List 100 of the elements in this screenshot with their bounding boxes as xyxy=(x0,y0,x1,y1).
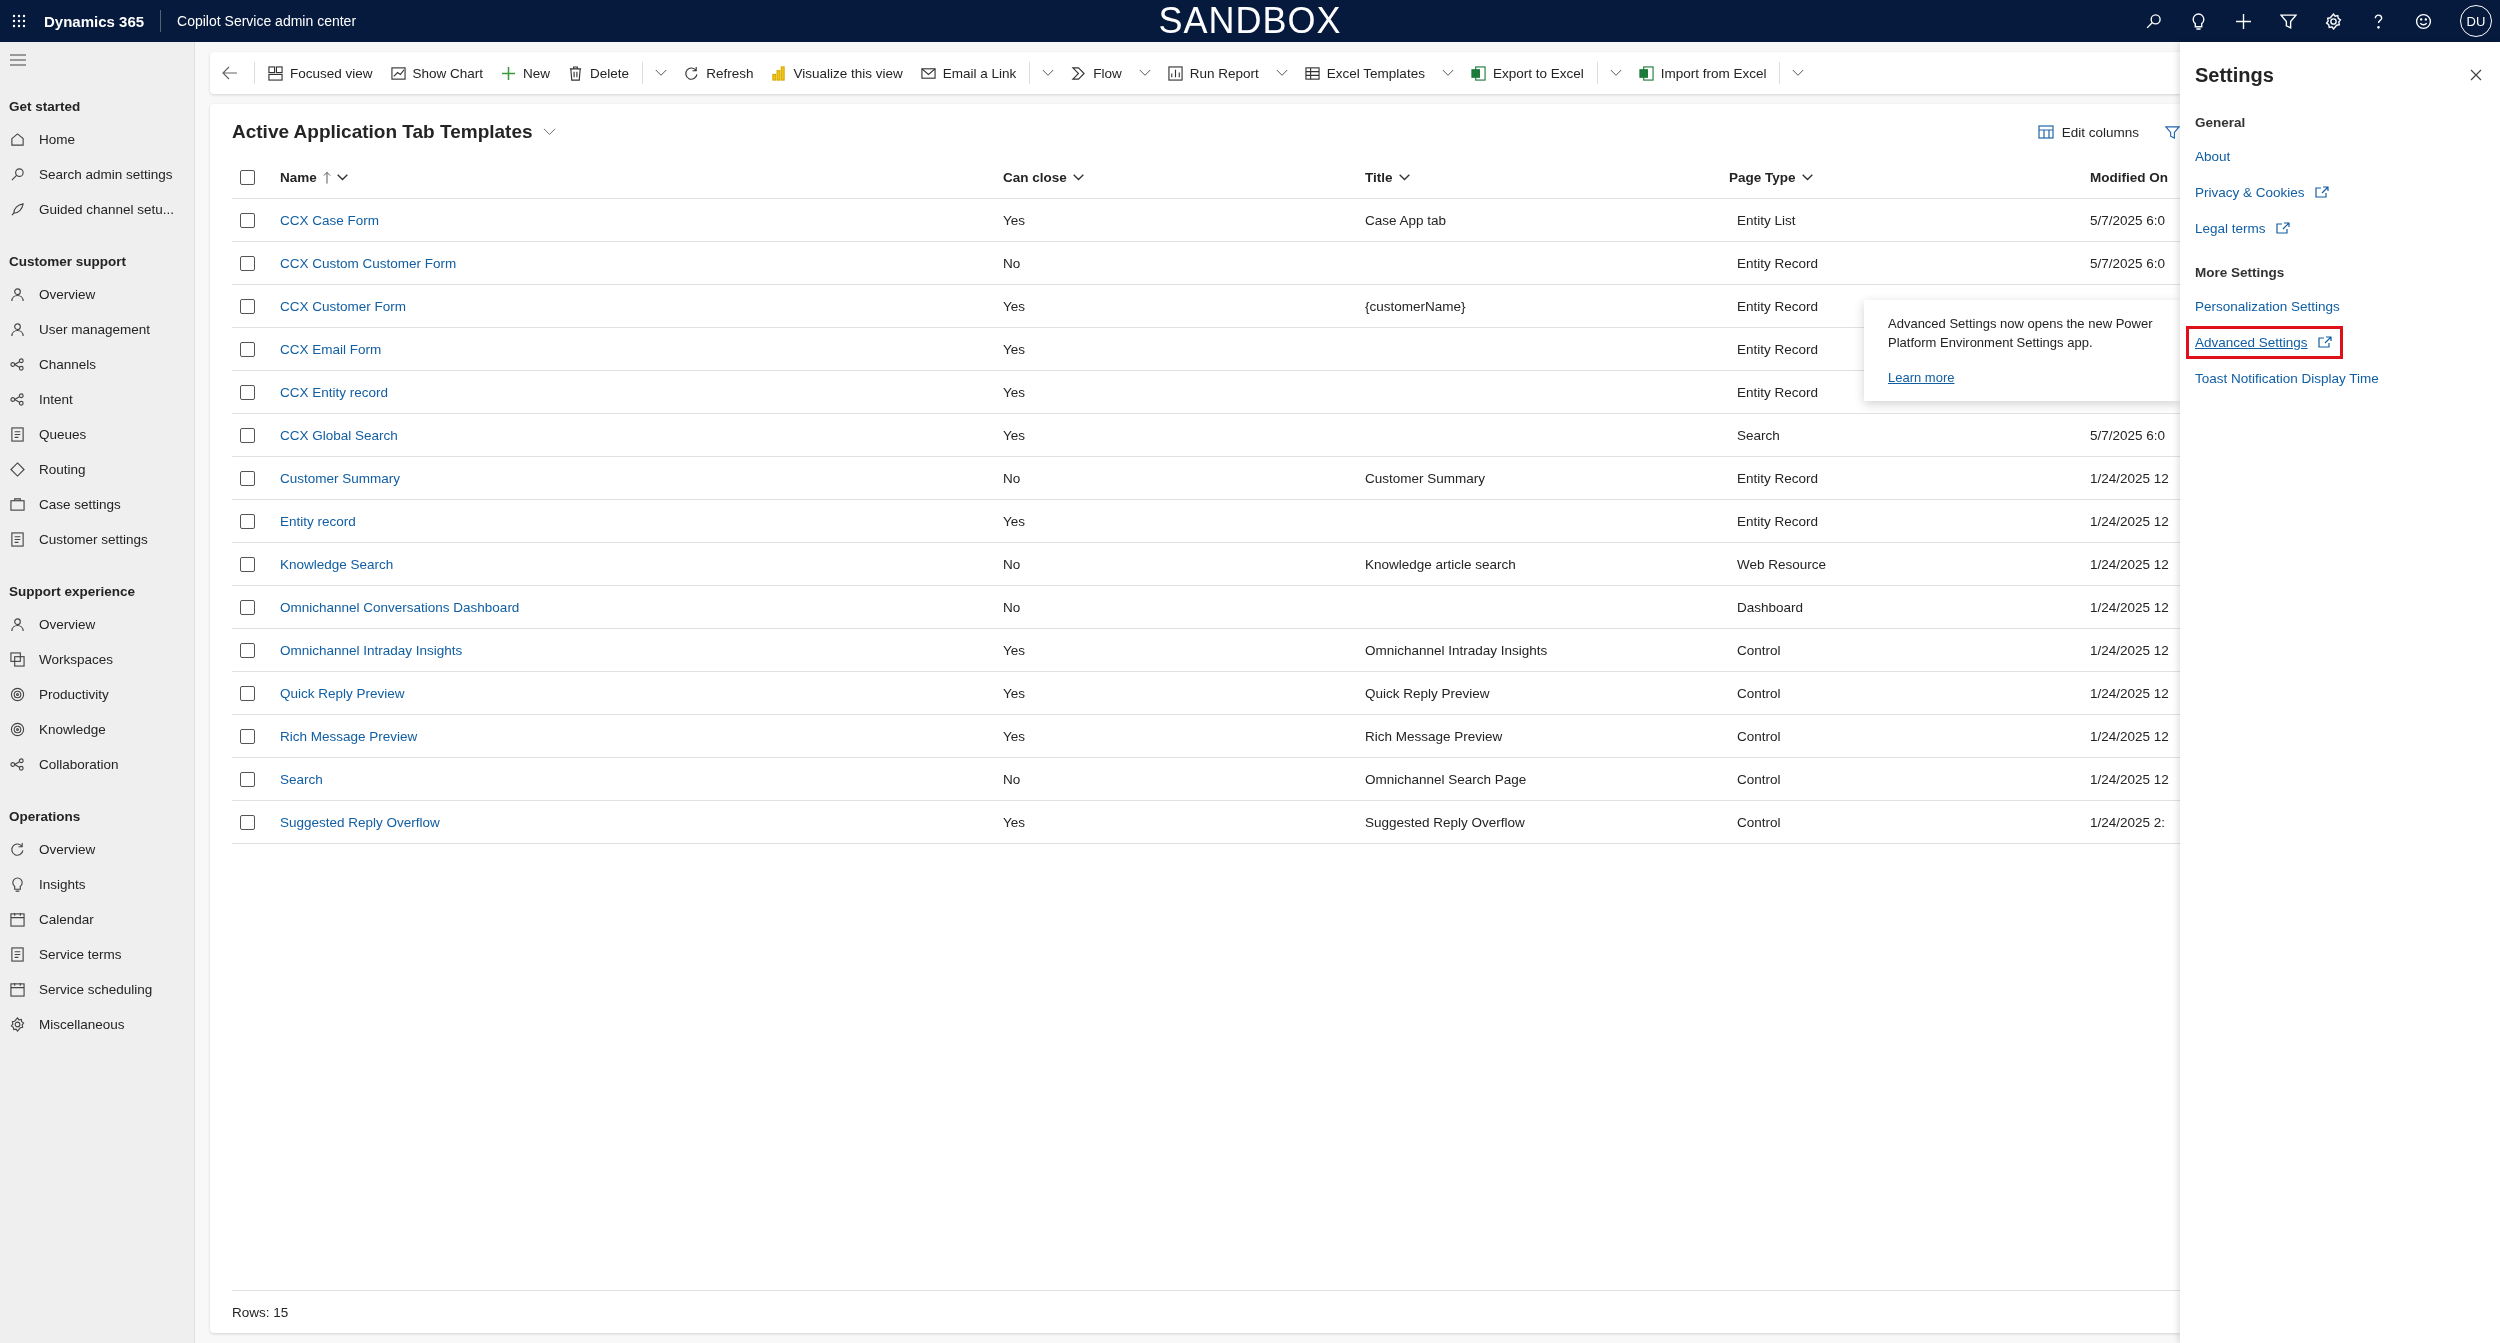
sidebar-item[interactable]: Service terms xyxy=(0,937,194,972)
toolbar-button[interactable]: Flow xyxy=(1062,55,1131,91)
sidebar-item[interactable]: Channels xyxy=(0,347,194,382)
settings-link[interactable]: About xyxy=(2195,142,2239,170)
record-link[interactable]: Knowledge Search xyxy=(280,557,394,572)
toolbar-button[interactable]: Excel Templates xyxy=(1295,55,1434,91)
record-link[interactable]: Search xyxy=(280,772,323,787)
plus-icon xyxy=(501,65,517,81)
row-checkbox[interactable] xyxy=(240,212,255,228)
report-icon xyxy=(1167,65,1183,81)
row-checkbox[interactable] xyxy=(240,728,255,744)
record-link[interactable]: Suggested Reply Overflow xyxy=(280,815,440,830)
record-link[interactable]: Quick Reply Preview xyxy=(280,686,405,701)
app-name[interactable]: Dynamics 365 xyxy=(44,12,145,30)
row-checkbox[interactable] xyxy=(240,255,255,271)
record-link[interactable]: CCX Entity record xyxy=(280,385,389,400)
record-link[interactable]: Customer Summary xyxy=(280,471,401,486)
chevron-down-icon xyxy=(542,128,556,136)
sidebar-item[interactable]: Collaboration xyxy=(0,747,194,782)
sidebar-item[interactable]: Case settings xyxy=(0,487,194,522)
sidebar-item[interactable]: Routing xyxy=(0,452,194,487)
column-header[interactable]: Name xyxy=(280,170,348,185)
sidebar-item[interactable]: Overview xyxy=(0,277,194,312)
sidebar-item[interactable]: Insights xyxy=(0,867,194,902)
table-cell: No xyxy=(1003,557,1021,572)
toolbar-button[interactable]: Visualize this view xyxy=(762,55,912,91)
sidebar-item[interactable]: Customer settings xyxy=(0,522,194,557)
toolbar-button[interactable]: Focused view xyxy=(259,55,382,91)
settings-icon[interactable] xyxy=(2325,12,2342,30)
row-checkbox[interactable] xyxy=(240,685,255,701)
toolbar-button[interactable]: Delete xyxy=(559,55,639,91)
row-checkbox[interactable] xyxy=(240,341,255,357)
bulb-icon[interactable] xyxy=(2190,12,2207,30)
nodes-icon xyxy=(10,392,25,407)
calendar-icon xyxy=(10,912,25,927)
row-checkbox[interactable] xyxy=(240,427,255,443)
sidebar-item[interactable]: Calendar xyxy=(0,902,194,937)
record-link[interactable]: CCX Case Form xyxy=(280,213,379,228)
sidebar-item[interactable]: Overview xyxy=(0,607,194,642)
settings-link[interactable]: Personalization Settings xyxy=(2195,292,2348,320)
sidebar-item[interactable]: Intent xyxy=(0,382,194,417)
sidebar-item[interactable]: User management xyxy=(0,312,194,347)
sidebar-item[interactable]: Overview xyxy=(0,832,194,867)
table-cell: Yes xyxy=(1003,342,1026,357)
toolbar-button[interactable]: Show Chart xyxy=(381,55,493,91)
row-checkbox[interactable] xyxy=(240,513,255,529)
close-icon[interactable] xyxy=(2470,69,2482,81)
toolbar-button[interactable]: Refresh xyxy=(675,55,763,91)
record-link[interactable]: CCX Global Search xyxy=(280,428,398,443)
edit-columns-button[interactable]: Edit columns xyxy=(2031,123,2145,141)
column-header[interactable]: Page Type xyxy=(1729,170,1813,185)
row-checkbox[interactable] xyxy=(240,599,255,615)
toolbar-button[interactable]: Import from Excel xyxy=(1629,55,1776,91)
view-title[interactable]: Active Application Tab Templates xyxy=(232,121,556,143)
select-all-checkbox[interactable] xyxy=(240,169,255,185)
table-cell: Entity Record xyxy=(1737,514,1819,529)
column-header[interactable]: Modified On xyxy=(2090,170,2168,185)
toolbar-button[interactable]: Email a Link xyxy=(911,55,1026,91)
record-link[interactable]: CCX Customer Form xyxy=(280,299,406,314)
record-link[interactable]: Omnichannel Conversations Dashboard xyxy=(280,600,520,615)
settings-link[interactable]: Advanced Settings xyxy=(2189,328,2340,356)
plus-icon[interactable] xyxy=(2235,12,2252,30)
row-checkbox[interactable] xyxy=(240,384,255,400)
row-checkbox[interactable] xyxy=(240,556,255,572)
settings-link[interactable]: Legal terms xyxy=(2195,214,2298,242)
app-launcher-icon[interactable] xyxy=(12,14,26,28)
search-icon[interactable] xyxy=(2145,12,2162,30)
row-checkbox[interactable] xyxy=(240,470,255,486)
sidebar-item[interactable]: Productivity xyxy=(0,677,194,712)
sidebar-item[interactable]: Knowledge xyxy=(0,712,194,747)
sidebar-item[interactable]: Queues xyxy=(0,417,194,452)
record-link[interactable]: Omnichannel Intraday Insights xyxy=(280,643,463,658)
row-checkbox[interactable] xyxy=(240,298,255,314)
learn-more-link[interactable]: Learn more xyxy=(1888,370,1955,385)
row-checkbox[interactable] xyxy=(240,814,255,830)
sidebar-item[interactable]: Search admin settings xyxy=(0,157,194,192)
table-cell: Entity Record xyxy=(1737,385,1819,400)
settings-link[interactable]: Privacy & Cookies xyxy=(2195,178,2337,206)
record-link[interactable]: Entity record xyxy=(280,514,356,529)
column-header[interactable]: Title xyxy=(1365,170,1410,185)
back-arrow-icon[interactable] xyxy=(222,65,238,81)
person-icon xyxy=(10,617,25,632)
settings-link[interactable]: Toast Notification Display Time xyxy=(2195,364,2387,392)
row-checkbox[interactable] xyxy=(240,771,255,787)
record-link[interactable]: CCX Email Form xyxy=(280,342,382,357)
environment-label: SANDBOX xyxy=(1158,0,1342,42)
record-link[interactable]: Rich Message Preview xyxy=(280,729,418,744)
toolbar-button[interactable]: Run Report xyxy=(1158,55,1268,91)
record-link[interactable]: CCX Custom Customer Form xyxy=(280,256,457,271)
sidebar-item[interactable]: Guided channel setu... xyxy=(0,192,194,227)
sidebar-item[interactable]: Home xyxy=(0,122,194,157)
toolbar-button[interactable]: Export to Excel xyxy=(1461,55,1593,91)
toolbar-button[interactable]: New xyxy=(492,55,560,91)
chevron-down-icon xyxy=(1792,69,1805,77)
column-header[interactable]: Can close xyxy=(1003,170,1084,185)
row-checkbox[interactable] xyxy=(240,642,255,658)
sidebar-item[interactable]: Service scheduling xyxy=(0,972,194,1007)
smiley-icon[interactable] xyxy=(2415,12,2432,30)
sidebar-item[interactable]: Miscellaneous xyxy=(0,1007,194,1042)
sidebar-item[interactable]: Workspaces xyxy=(0,642,194,677)
